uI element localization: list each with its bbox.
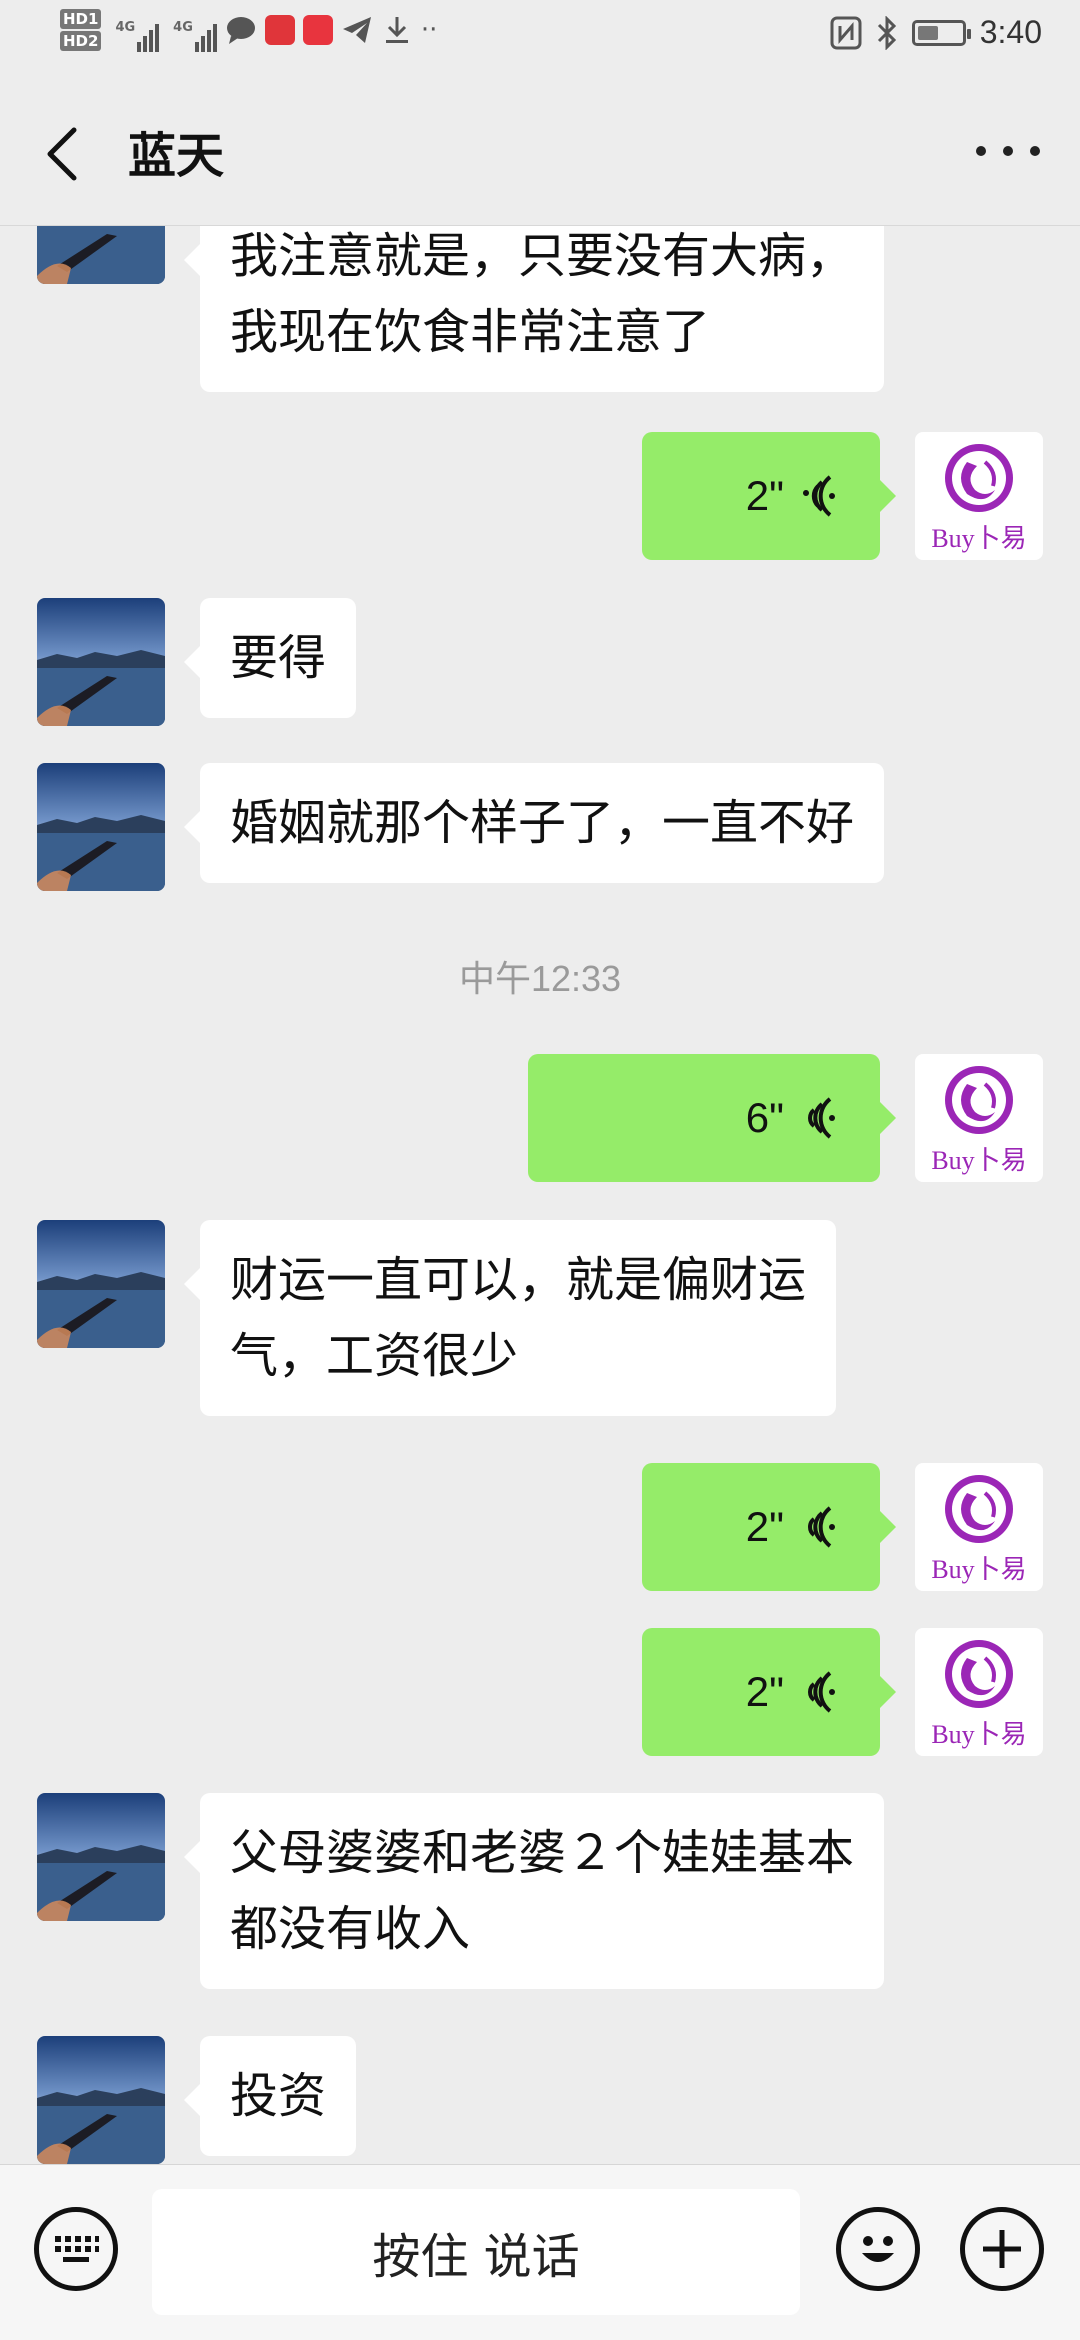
message-line: 财运一直可以，就是偏财运: [230, 1252, 807, 1308]
input-bar: 按住 说话: [0, 2164, 1080, 2340]
status-bar: HD1 HD2 4G 4G ·· 3:40: [0, 0, 1080, 76]
message-list[interactable]: 我注意就是，只要没有大病， 我现在饮食非常注意了 2" Buy卜易 要得 婚姻就…: [0, 226, 1080, 2164]
voice-message[interactable]: 6": [528, 1054, 896, 1182]
voice-wave-icon: [808, 1671, 835, 1713]
avatar-label: Buy卜易: [931, 1146, 1027, 1175]
hold-to-talk-button[interactable]: 按住 说话: [152, 2189, 800, 2315]
clock: 3:40: [979, 14, 1042, 50]
bluetooth-icon: [877, 15, 896, 50]
message-bubble[interactable]: 财运一直可以，就是偏财运 气，工资很少: [183, 1220, 837, 1416]
message-line: 投资: [230, 2068, 327, 2124]
message-bubble[interactable]: 婚姻就那个样子了，一直不好: [183, 763, 885, 883]
keyboard-glyph: [55, 2236, 99, 2262]
lake-photo: [37, 2036, 165, 2164]
download-icon: [385, 17, 408, 43]
contact-avatar[interactable]: [37, 598, 165, 726]
voice-duration: 6": [745, 1094, 784, 1141]
contact-avatar[interactable]: [37, 226, 165, 284]
timestamp: 中午12:33: [458, 958, 622, 999]
chevron-left-icon[interactable]: [40, 126, 84, 182]
message-bubble[interactable]: 投资: [183, 2036, 357, 2156]
chat-header: 蓝天: [0, 76, 1080, 226]
emoji-icon[interactable]: [836, 2207, 920, 2291]
lake-photo: [37, 763, 165, 891]
voice-wave-icon: [808, 1097, 835, 1139]
contact-name: 蓝天: [128, 128, 225, 184]
emoji-glyph: [862, 2236, 894, 2262]
voice-wave-icon: [808, 1506, 835, 1548]
huawei-appgallery-icon: [302, 15, 333, 45]
signal-icon: 4G: [115, 8, 160, 52]
network1-label: 4G: [115, 20, 136, 35]
voice-message[interactable]: 2": [642, 1463, 896, 1591]
message-line: 我现在饮食非常注意了: [230, 304, 711, 360]
contact-avatar[interactable]: [37, 1220, 165, 1348]
self-avatar[interactable]: Buy卜易: [915, 1628, 1043, 1756]
self-avatar[interactable]: Buy卜易: [915, 1054, 1043, 1182]
sim2-label: HD2: [60, 31, 102, 51]
voice-duration: 2": [745, 1503, 784, 1550]
avatar-label: Buy卜易: [931, 524, 1027, 553]
message-line: 要得: [230, 630, 327, 686]
more-dots-icon: ··: [420, 15, 438, 45]
sim-indicator: HD1 HD2: [60, 9, 102, 51]
self-avatar[interactable]: Buy卜易: [915, 432, 1043, 560]
voice-duration: 2": [745, 472, 784, 519]
message-bubble[interactable]: 我注意就是，只要没有大病， 我现在饮食非常注意了: [183, 226, 885, 392]
battery-icon: [911, 19, 971, 46]
network2-label: 4G: [173, 20, 193, 35]
contact-avatar[interactable]: [37, 763, 165, 891]
message-line: 婚姻就那个样子了，一直不好: [230, 795, 855, 851]
message-line: 父母婆婆和老婆２个娃娃基本: [230, 1825, 855, 1881]
message-line: 气，工资很少: [230, 1328, 519, 1384]
voice-message[interactable]: 2": [642, 432, 896, 560]
lake-photo: [37, 1220, 165, 1348]
message-line: 都没有收入: [230, 1901, 471, 1957]
voice-duration: 2": [745, 1668, 784, 1715]
message-bubble[interactable]: 父母婆婆和老婆２个娃娃基本 都没有收入: [183, 1793, 885, 1989]
lake-photo: [37, 226, 165, 284]
keyboard-icon[interactable]: [34, 2207, 118, 2291]
nfc-icon: [830, 16, 862, 49]
message-bubble[interactable]: 要得: [183, 598, 357, 718]
plus-glyph: [983, 2230, 1021, 2268]
voice-wave-icon: [803, 475, 835, 517]
signal-icon: 4G: [173, 8, 217, 52]
avatar-label: Buy卜易: [931, 1720, 1027, 1749]
contact-avatar[interactable]: [37, 1793, 165, 1921]
avatar-label: Buy卜易: [931, 1555, 1027, 1584]
voice-message[interactable]: 2": [642, 1628, 896, 1756]
telegram-icon: [342, 17, 371, 43]
self-avatar[interactable]: Buy卜易: [915, 1463, 1043, 1591]
more-horizontal-icon[interactable]: [976, 136, 1040, 166]
book-icon: [264, 15, 295, 45]
plus-icon[interactable]: [960, 2207, 1044, 2291]
message-icon: [226, 17, 255, 44]
contact-avatar[interactable]: [37, 2036, 165, 2164]
lake-photo: [37, 1793, 165, 1921]
sim1-label: HD1: [60, 9, 102, 29]
lake-photo: [37, 598, 165, 726]
message-line: 我注意就是，只要没有大病，: [230, 228, 855, 284]
